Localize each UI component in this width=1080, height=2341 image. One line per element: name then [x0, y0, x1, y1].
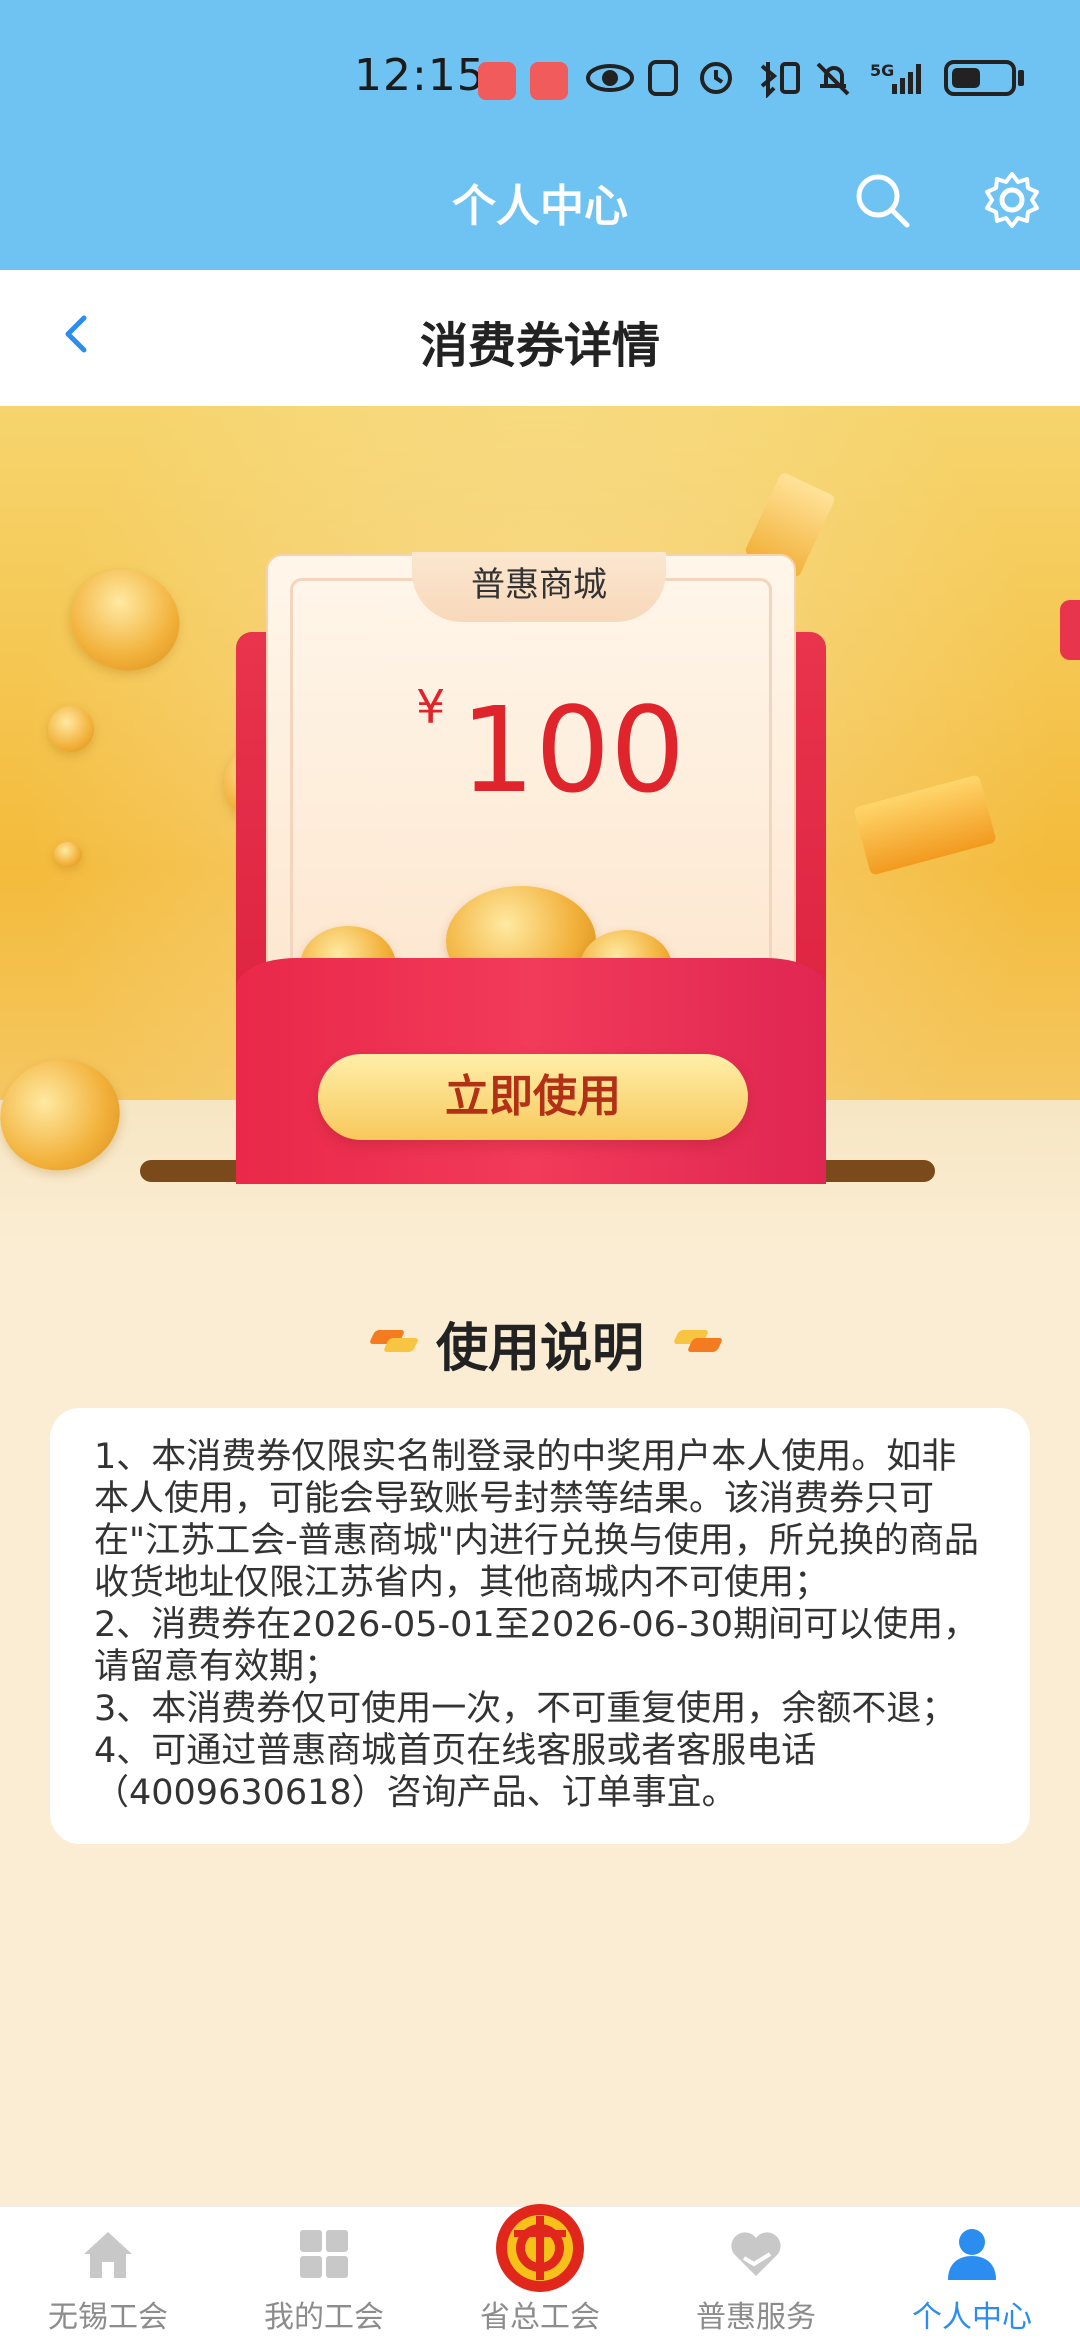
instruction-line: 2、消费券在2026-05-01至2026-06-30期间可以使用，请留意有效期… — [94, 1605, 979, 1687]
coupon-detail-title: 消费券详情 — [419, 318, 660, 374]
nav-item-benefit-service[interactable]: 普惠服务 — [648, 2206, 864, 2340]
grid-icon — [300, 2230, 348, 2278]
instructions-title: 使用说明 — [435, 1319, 644, 1379]
nav-label: 我的工会 — [264, 2300, 384, 2335]
union-emblem-icon — [496, 2204, 584, 2292]
coin-decoration — [48, 706, 94, 752]
instruction-line: 4、可通过普惠商城首页在线客服或者客服电话（4009630618）咨询产品、订单… — [94, 1731, 817, 1813]
nav-item-provincial-union[interactable]: 省总工会 — [432, 2204, 648, 2340]
battery-tip — [1018, 70, 1024, 86]
instruction-line: 3、本消费券仅可使用一次，不可重复使用，余额不退； — [94, 1689, 957, 1729]
nav-label: 普惠服务 — [696, 2300, 816, 2335]
use-now-button[interactable]: 立即使用 — [318, 1054, 748, 1140]
shop-name-tab: 普惠商城 — [412, 552, 666, 622]
instruction-line: 1、本消费券仅限实名制登录的中奖用户本人使用。如非本人使用，可能会导致账号封禁等… — [94, 1437, 979, 1603]
instructions-card: 1、本消费券仅限实名制登录的中奖用户本人使用。如非本人使用，可能会导致账号封禁等… — [50, 1408, 1030, 1844]
red-envelope-decoration — [1060, 600, 1080, 660]
svg-text:5G: 5G — [870, 61, 894, 80]
nav-item-my-union[interactable]: 我的工会 — [216, 2206, 432, 2340]
gear-icon[interactable] — [982, 170, 1042, 230]
nav-label: 个人中心 — [912, 2300, 1032, 2335]
currency-symbol: ¥ — [416, 680, 446, 734]
coin-decoration — [54, 842, 82, 866]
search-icon[interactable] — [852, 170, 912, 230]
nav-item-wuxi-union[interactable]: 无锡工会 — [0, 2206, 216, 2340]
person-icon — [948, 2229, 996, 2280]
status-time: 12:15 — [354, 50, 486, 101]
page-title: 个人中心 — [452, 181, 628, 232]
huawei-app-icon — [530, 62, 568, 100]
nav-item-personal-center[interactable]: 个人中心 — [864, 2206, 1080, 2340]
battery-icon — [944, 60, 1016, 96]
home-icon — [84, 2232, 132, 2278]
coupon-amount: 100 — [460, 681, 686, 819]
nav-label: 省总工会 — [480, 2300, 600, 2335]
huawei-app-icon — [478, 62, 516, 100]
instructions-text: 1、本消费券仅限实名制登录的中奖用户本人使用。如非本人使用，可能会导致账号封禁等… — [94, 1436, 986, 1814]
status-bar: 12:15 5G — [0, 0, 1080, 150]
nav-label: 无锡工会 — [48, 2300, 168, 2335]
heart-hand-icon — [731, 2232, 781, 2276]
